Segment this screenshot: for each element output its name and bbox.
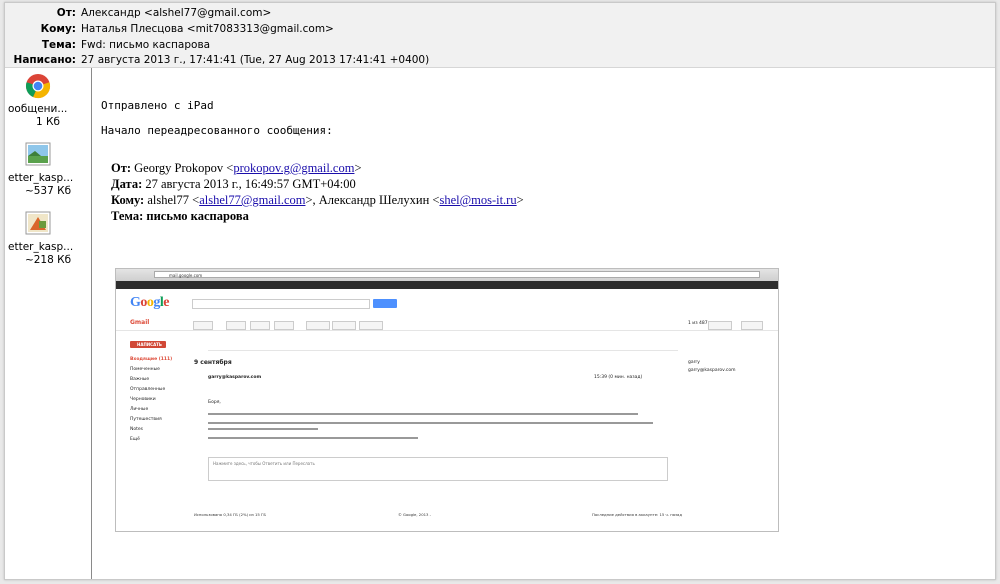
labels-button <box>332 321 356 330</box>
fw-from-email-link[interactable]: prokopov.g@gmail.com <box>233 161 354 175</box>
attachment-name: etter_kasp... <box>8 241 74 253</box>
breadcrumb-bar <box>208 344 678 351</box>
compose-button: НАПИСАТЬ <box>130 341 166 348</box>
from-row: От: Александр <alshel77@gmail.com> <box>5 5 272 21</box>
from-value[interactable]: Александр <alshel77@gmail.com> <box>81 7 271 19</box>
fw-date-value: 27 августа 2013 г., 16:49:57 GMT+04:00 <box>145 177 356 191</box>
text-line <box>208 437 418 439</box>
image-file-icon[interactable] <box>25 211 51 235</box>
attachment-size: ~537 Кб <box>24 185 72 197</box>
spam-button <box>250 321 270 330</box>
folder-item: Черновики <box>130 397 156 402</box>
thread-date: 9 сентября <box>194 359 232 366</box>
attachment-item[interactable]: etter_kasp... ~218 Кб <box>5 241 91 267</box>
gmail-toolbar <box>116 316 778 331</box>
subject-label: Тема: <box>41 39 76 51</box>
gmail-label: Gmail <box>130 319 150 326</box>
contact-email: garry@kasparov.com <box>688 368 736 373</box>
footer-copyright: © Google, 2013 - <box>398 512 432 517</box>
fw-to-row: Кому: alshel77 <alshel77@gmail.com>, Але… <box>111 192 524 208</box>
message-header: От: Александр <alshel77@gmail.com> Кому: Н… <box>5 3 995 68</box>
fw-from-tail: > <box>354 161 362 175</box>
footer-storage: Использовано 0,34 ГБ (2%) из 15 ГБ <box>194 512 266 517</box>
attachment-item[interactable]: etter_kasp... ~537 Кб <box>5 172 91 198</box>
delete-button <box>274 321 294 330</box>
fw-subject-row: Тема: письмо каспарова <box>111 208 524 224</box>
fw-date-row: Дата: 27 августа 2013 г., 16:49:57 GMT+0… <box>111 176 524 192</box>
subject-row: Тема: Fwd: письмо каспарова <box>5 37 210 53</box>
date-row: Написано: 27 августа 2013 г., 17:41:41 (T… <box>5 52 430 68</box>
attachment-item[interactable]: ообщени... 1 Кб <box>5 103 91 129</box>
from-label: От: <box>56 7 76 19</box>
pager-buttons <box>708 321 732 330</box>
text-line <box>208 428 318 430</box>
archive-button <box>226 321 246 330</box>
attachments-sidebar: ообщени... 1 Кб etter_kasp... ~537 Кб et… <box>5 68 92 579</box>
forward-start-text: Начало переадресованного сообщения: <box>101 124 333 137</box>
attachment-name: etter_kasp... <box>8 172 74 184</box>
attachment-size: ~218 Кб <box>24 254 72 266</box>
fw-from-name: Georgy Prokopov < <box>134 161 234 175</box>
contact-name: garry <box>688 360 700 365</box>
date-value: 27 августа 2013 г., 17:41:41 (Tue, 27 Au… <box>81 54 430 66</box>
fw-to-mid: >, Александр Шелухин < <box>305 193 440 207</box>
fw-to-email-link[interactable]: alshel77@gmail.com <box>199 193 305 207</box>
folder-item: Важные <box>130 377 150 382</box>
attachment-name: ообщени... <box>8 103 68 115</box>
move-button <box>306 321 330 330</box>
date-label: Написано: <box>13 54 76 66</box>
folder-item: Путешествия <box>130 417 162 422</box>
folder-item: Notes <box>130 427 143 432</box>
reply-hint: Нажмите здесь, чтобы Ответить или Пересл… <box>213 461 315 466</box>
sender-email: garry@kasparov.com <box>208 375 262 380</box>
folder-item: Личные <box>130 407 149 412</box>
to-label: Кому: <box>40 23 76 35</box>
settings-button <box>741 321 763 330</box>
attachment-size: 1 Кб <box>36 116 60 128</box>
search-input <box>192 299 370 309</box>
message-window: От: Александр <alshel77@gmail.com> Кому: Н… <box>4 2 996 580</box>
text-line <box>208 422 653 424</box>
contact-card: garry garry@kasparov.com <box>688 359 736 375</box>
folder-list: Входящие (111) Помеченные Важные Отправл… <box>130 355 172 445</box>
google-logo: Google <box>130 295 169 310</box>
folder-item: Ещё <box>130 437 140 442</box>
fw-to-name: alshel77 < <box>147 193 200 207</box>
to-row: Кому: Наталья Плесцова <mit7083313@gmail.… <box>5 21 334 37</box>
compose-label: НАПИСАТЬ <box>137 342 162 347</box>
google-nav-bar <box>116 281 778 289</box>
fw-subject-value: письмо каспарова <box>146 209 249 223</box>
footer-activity: Последние действия в аккаунте: 15 ч. наз… <box>592 512 682 517</box>
fw-from-label: От: <box>111 161 132 175</box>
reply-box: Нажмите здесь, чтобы Ответить или Пересл… <box>208 457 668 481</box>
back-button <box>193 321 213 330</box>
subject-value: Fwd: письмо каспарова <box>81 39 211 51</box>
greeting-text: Боря, <box>208 400 221 405</box>
embedded-screenshot[interactable]: mail.google.com Google Gmail 1 из 487 НА… <box>115 268 779 532</box>
forwarded-headers: От: Georgy Prokopov <prokopov.g@gmail.co… <box>111 160 524 224</box>
fw-from-row: От: Georgy Prokopov <prokopov.g@gmail.co… <box>111 160 524 176</box>
sent-from-text: Отправлено с iPad <box>101 99 214 112</box>
more-button <box>359 321 383 330</box>
fw-to-tail: > <box>516 193 524 207</box>
fw-date-label: Дата: <box>111 177 143 191</box>
fw-subject-label: Тема: <box>111 209 144 223</box>
search-button <box>373 299 397 308</box>
chrome-icon[interactable] <box>25 73 51 99</box>
fw-to-label: Кому: <box>111 193 145 207</box>
folder-item: Входящие (111) <box>130 357 173 362</box>
message-body: Отправлено с iPad Начало переадресованно… <box>101 98 333 139</box>
message-time: 15:39 (0 мин. назад) <box>594 375 643 380</box>
folder-item: Отправленные <box>130 387 166 392</box>
folder-item: Помеченные <box>130 367 160 372</box>
to-value[interactable]: Наталья Плесцова <mit7083313@gmail.com> <box>81 23 334 35</box>
pager-text: 1 из 487 <box>688 321 708 326</box>
browser-url: mail.google.com <box>154 271 760 278</box>
fw-to-email-link-2[interactable]: shel@mos-it.ru <box>439 193 516 207</box>
image-file-icon[interactable] <box>25 142 51 166</box>
text-line <box>208 413 638 415</box>
